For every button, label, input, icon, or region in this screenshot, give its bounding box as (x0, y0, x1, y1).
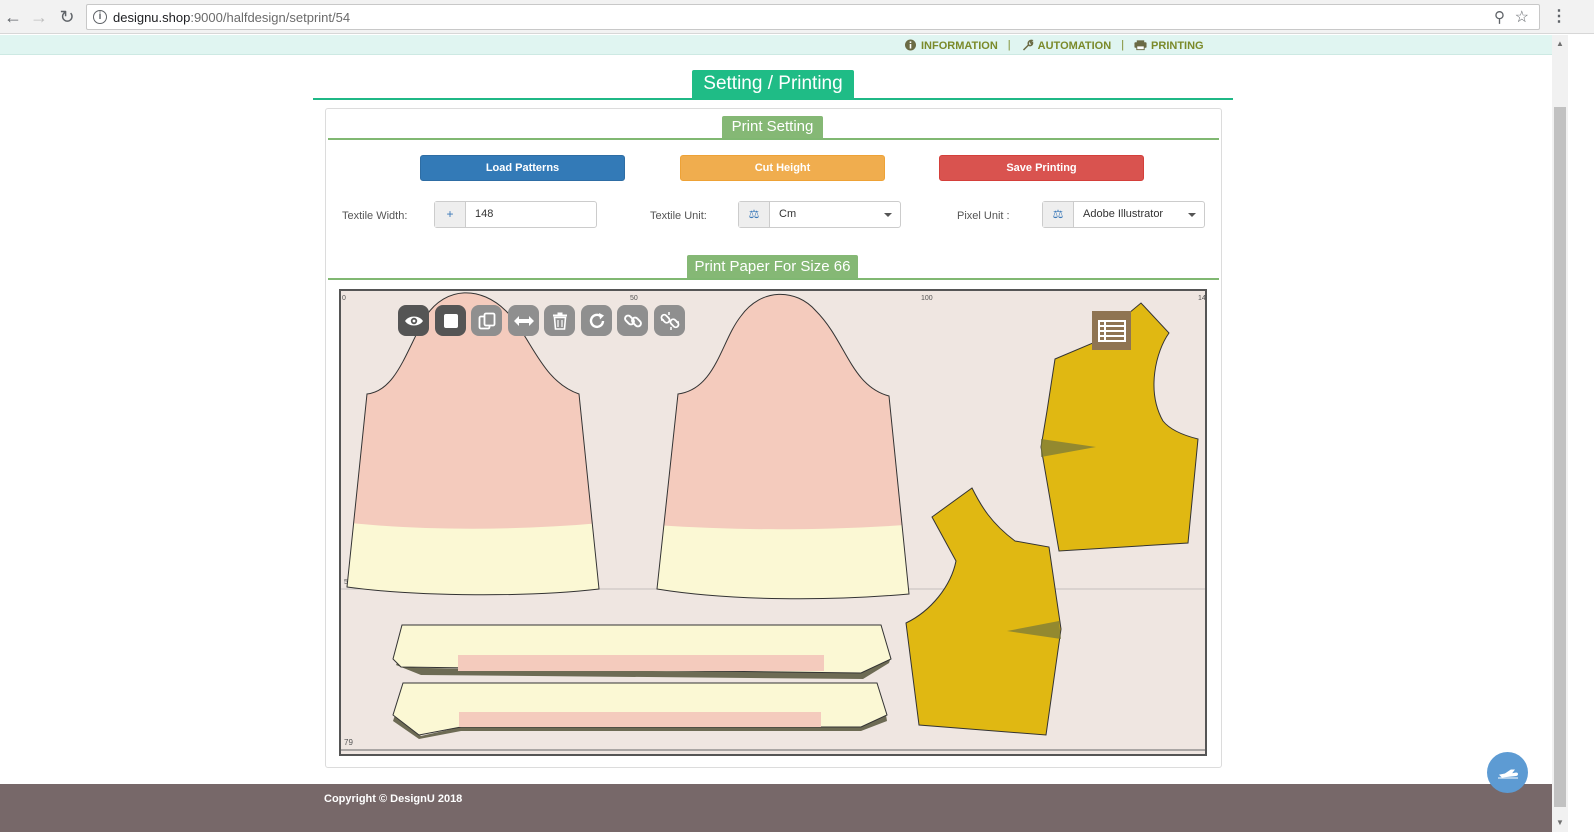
page-title-bar: Setting / Printing (313, 70, 1233, 100)
page-title: Setting / Printing (692, 70, 854, 100)
ruler-label: 0 (342, 295, 346, 302)
pattern-piece-bodice[interactable] (905, 487, 1062, 736)
url-text[interactable]: designu.shop:9000/halfdesign/setprint/54 (113, 10, 350, 25)
site-info-icon[interactable]: i (93, 10, 107, 24)
nav-printing[interactable]: PRINTING (1134, 39, 1204, 52)
nav-separator: | (1121, 39, 1125, 51)
link-icon[interactable] (617, 305, 648, 336)
plus-icon: + (435, 202, 466, 227)
scroll-thumb[interactable] (1554, 107, 1566, 807)
scroll-down-icon[interactable]: ▼ (1556, 818, 1564, 827)
pixel-unit-value[interactable]: Adobe Illustrator (1083, 202, 1163, 227)
ruler-label: 79 (344, 738, 353, 747)
flip-horizontal-icon[interactable] (508, 305, 539, 336)
eye-icon[interactable] (398, 305, 429, 336)
pixel-unit-label: Pixel Unit : (957, 210, 1010, 222)
address-bar[interactable]: i designu.shop:9000/halfdesign/setprint/… (86, 4, 1540, 30)
cut-height-button[interactable]: Cut Height (680, 155, 885, 181)
pixel-unit-select[interactable]: ⚖ Adobe Illustrator (1042, 201, 1205, 228)
plane-icon[interactable] (1487, 752, 1528, 793)
square-icon[interactable] (435, 305, 466, 336)
print-paper-header: Print Paper For Size 66 (328, 255, 1219, 280)
nav-automation[interactable]: AUTOMATION (1021, 39, 1111, 52)
list-icon[interactable] (1092, 311, 1131, 350)
textile-unit-label: Textile Unit: (650, 210, 707, 222)
textile-width-value[interactable]: 148 (475, 202, 493, 227)
pattern-piece-sleeve[interactable] (641, 291, 921, 611)
unlink-icon[interactable] (654, 305, 685, 336)
browser-toolbar: ← → ↻ i designu.shop:9000/halfdesign/set… (0, 0, 1594, 34)
load-patterns-button[interactable]: Load Patterns (420, 155, 625, 181)
trash-icon[interactable] (544, 305, 575, 336)
forward-arrow-icon[interactable]: → (29, 7, 49, 27)
scale-icon: ⚖ (739, 202, 770, 227)
textile-unit-value[interactable]: Cm (779, 202, 796, 227)
textile-width-label: Textile Width: (342, 210, 408, 222)
ruler-label: 14 (1198, 295, 1205, 302)
page-footer: Copyright © DesignU 2018 (0, 784, 1552, 832)
pattern-piece-band[interactable] (392, 624, 892, 679)
copy-icon[interactable] (471, 305, 502, 336)
wrench-icon (1022, 39, 1034, 51)
page-scrollbar[interactable]: ▲ ▼ (1552, 35, 1568, 832)
save-printing-button[interactable]: Save Printing (939, 155, 1144, 181)
pattern-layout[interactable]: 0 50 100 14 50 79 (341, 291, 1205, 754)
back-arrow-icon[interactable]: ← (3, 7, 23, 27)
print-paper-canvas[interactable]: 0 50 100 14 50 79 (339, 289, 1207, 756)
nav-separator: | (1007, 39, 1011, 51)
bookmark-star-icon[interactable]: ☆ (1515, 7, 1529, 27)
ruler-label: 100 (921, 295, 933, 302)
zoom-icon[interactable]: ⚲ (1494, 8, 1505, 26)
print-setting-header: Print Setting (328, 116, 1219, 140)
scale-icon: ⚖ (1043, 202, 1074, 227)
browser-menu-icon[interactable]: ⋮ (1549, 8, 1569, 26)
print-setting-title: Print Setting (722, 116, 823, 138)
copyright-text: Copyright © DesignU 2018 (324, 793, 463, 805)
pattern-piece-band[interactable] (392, 682, 888, 739)
info-icon (905, 39, 916, 50)
textile-unit-select[interactable]: ⚖ Cm (738, 201, 901, 228)
pattern-piece-sleeve[interactable] (341, 291, 611, 611)
print-paper-title: Print Paper For Size 66 (687, 255, 858, 278)
top-nav: INFORMATION | AUTOMATION | PRINTING (0, 35, 1552, 55)
chevron-down-icon (884, 213, 892, 217)
printer-icon (1134, 39, 1147, 50)
textile-width-field[interactable]: + 148 (434, 201, 597, 228)
nav-information[interactable]: INFORMATION (904, 39, 998, 52)
rotate-icon[interactable] (581, 305, 612, 336)
scroll-up-icon[interactable]: ▲ (1556, 39, 1564, 48)
chevron-down-icon (1188, 213, 1196, 217)
ruler-label: 50 (630, 295, 638, 302)
reload-icon[interactable]: ↻ (57, 7, 77, 27)
